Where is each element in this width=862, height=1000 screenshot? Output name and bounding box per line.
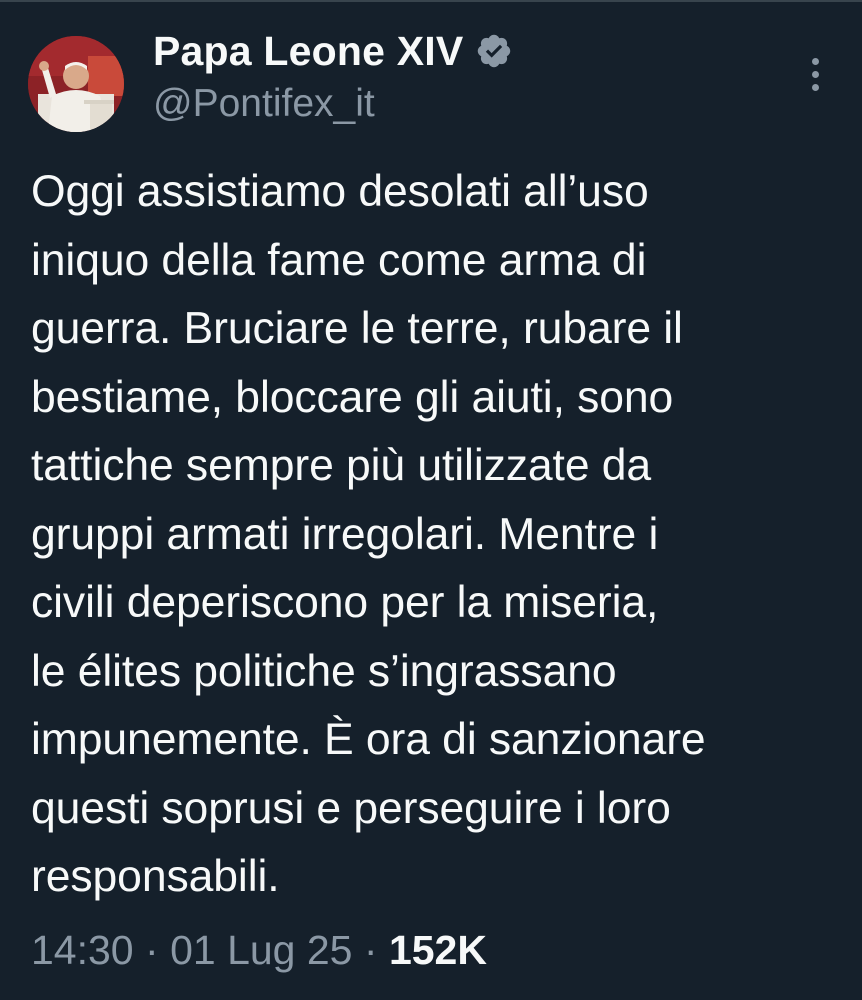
more-options-icon[interactable] bbox=[800, 54, 830, 96]
tweet-meta: 14:30 · 01 Lug 25 · 152K bbox=[31, 927, 487, 974]
tweet-date[interactable]: 01 Lug 25 bbox=[170, 927, 352, 973]
meta-separator: · bbox=[145, 927, 159, 973]
author-info: Papa Leone XIV @Pontifex_it bbox=[153, 26, 513, 126]
author-handle[interactable]: @Pontifex_it bbox=[153, 82, 513, 126]
verified-badge-icon bbox=[475, 32, 513, 70]
name-row: Papa Leone XIV bbox=[153, 26, 513, 76]
author-avatar[interactable] bbox=[28, 36, 124, 132]
meta-separator: · bbox=[363, 927, 378, 973]
author-display-name[interactable]: Papa Leone XIV bbox=[153, 28, 463, 75]
view-count: 152K bbox=[388, 927, 487, 973]
tweet-text: Oggi assistiamo desolati all’uso iniquo … bbox=[31, 167, 706, 901]
tweet: Papa Leone XIV @Pontifex_it Oggi assisti… bbox=[0, 0, 862, 1000]
tweet-time[interactable]: 14:30 bbox=[31, 927, 134, 973]
avatar-image bbox=[28, 36, 124, 132]
